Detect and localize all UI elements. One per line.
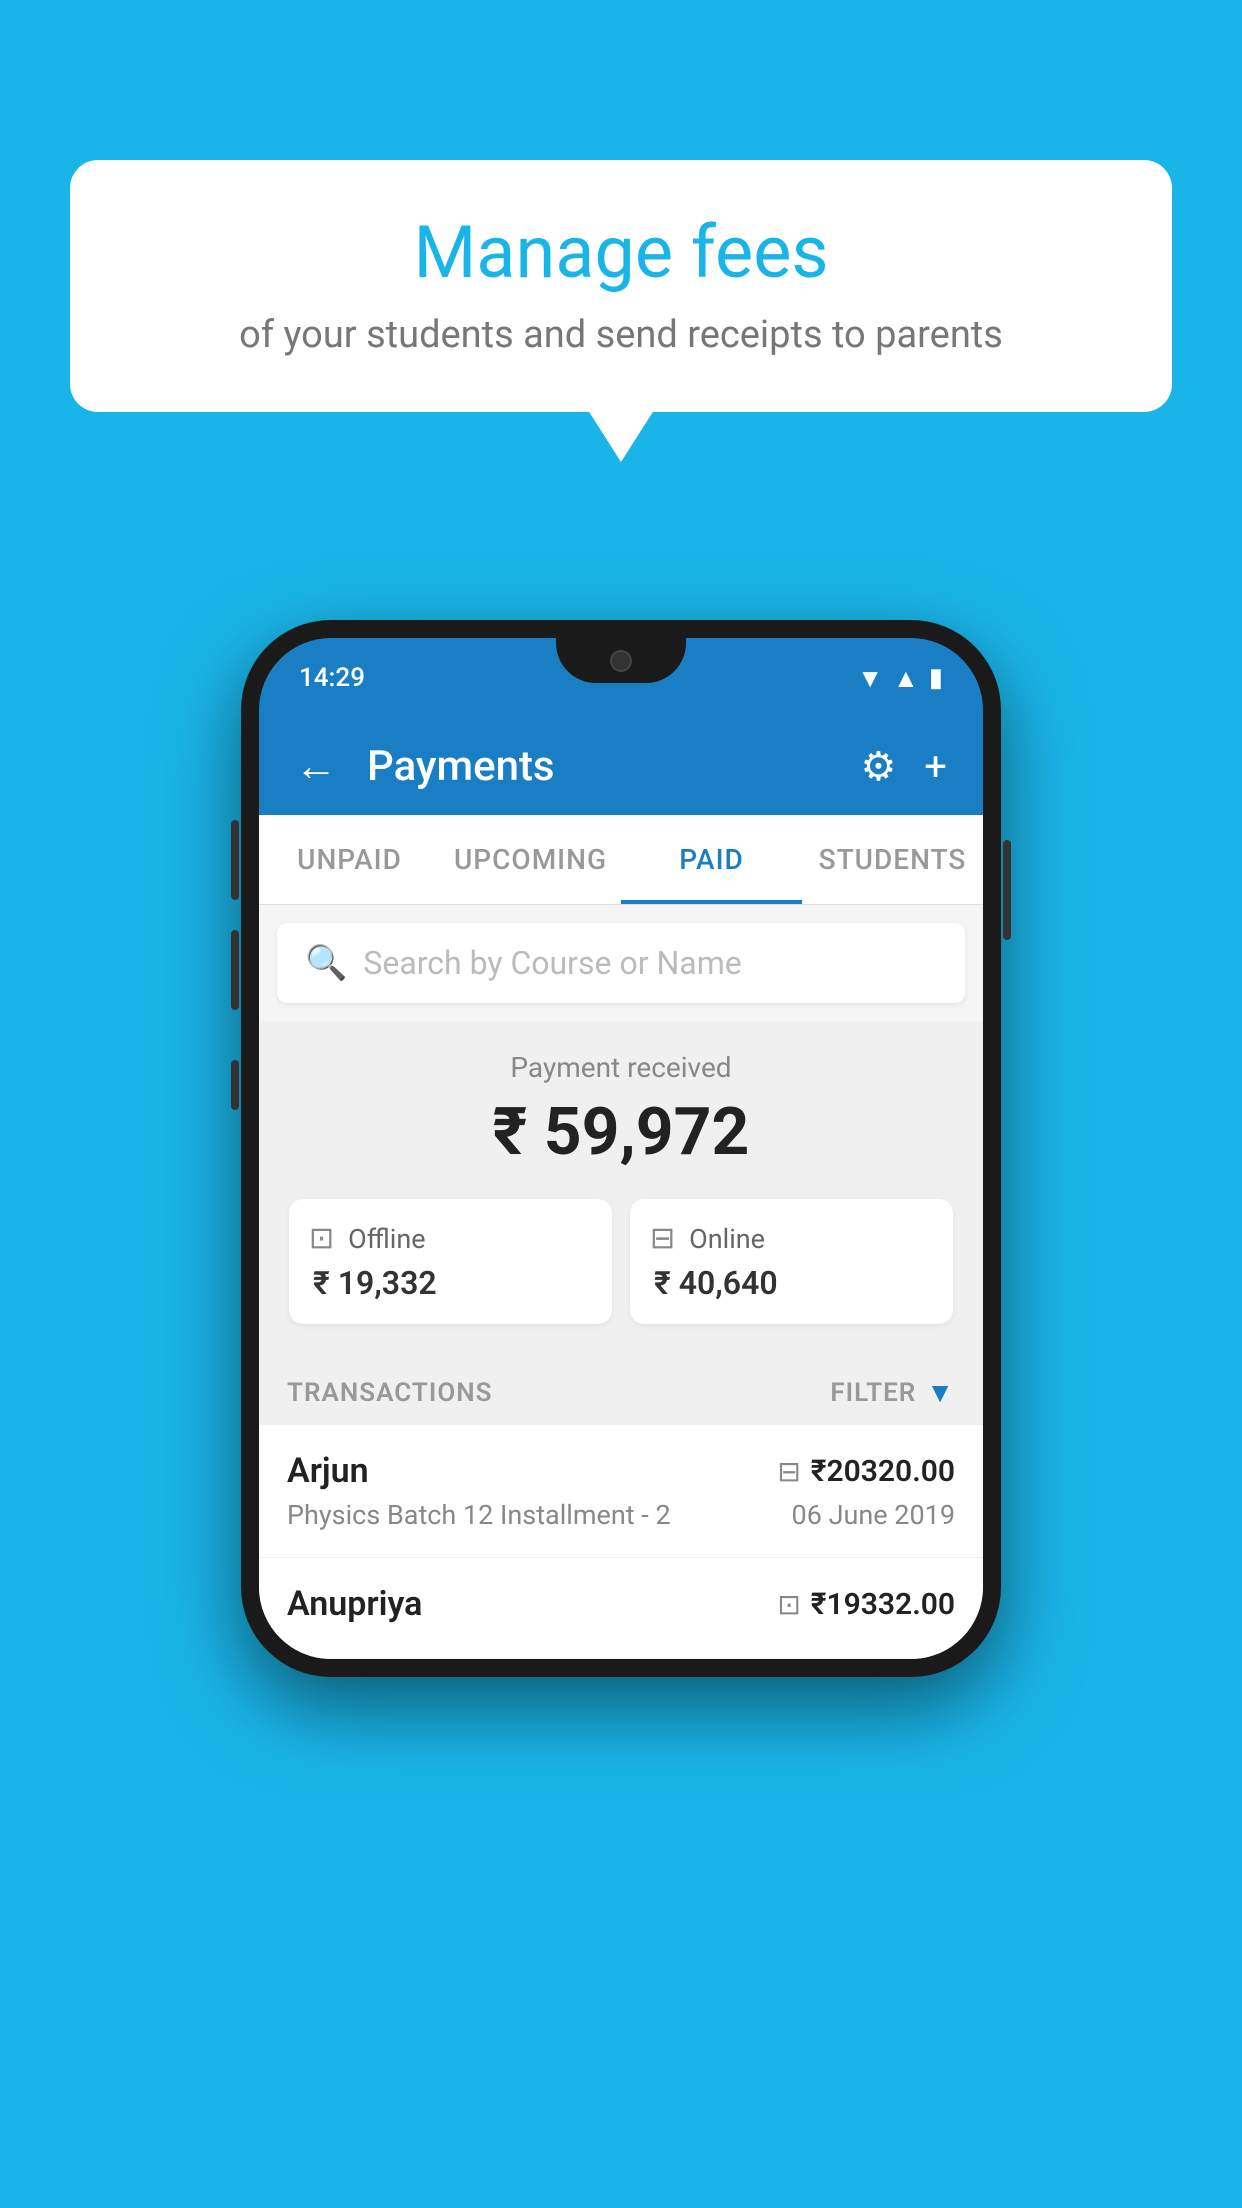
payment-cards: ⊡ Offline ₹ 19,332 ⊟ Online ₹ 40,640 (289, 1199, 953, 1324)
status-time: 14:29 (299, 663, 365, 693)
speech-bubble: Manage fees of your students and send re… (70, 160, 1172, 412)
student-name: Arjun (287, 1451, 369, 1491)
payment-summary: Payment received ₹ 59,972 ⊡ Offline ₹ 19… (259, 1021, 983, 1352)
payment-type-icon: ⊟ (777, 1455, 800, 1488)
phone-screen: ← Payments ⚙ + UNPAID UPCOMING PAID STUD… (259, 718, 983, 1659)
battery-icon: ▮ (929, 663, 943, 693)
status-icons: ▼ ▲ ▮ (857, 663, 943, 694)
bubble-subtitle: of your students and send receipts to pa… (130, 313, 1112, 357)
header-icons: ⚙ + (860, 743, 947, 790)
offline-label: Offline (348, 1223, 425, 1255)
tab-unpaid[interactable]: UNPAID (259, 815, 440, 904)
phone-mockup: 14:29 ▼ ▲ ▮ ← Payments ⚙ + (241, 620, 1001, 1677)
wifi-icon: ▼ (857, 663, 883, 694)
table-row[interactable]: Anupriya ⊡ ₹19332.00 (259, 1558, 983, 1659)
course-name: Physics Batch 12 Installment - 2 (287, 1499, 671, 1531)
online-amount: ₹ 40,640 (650, 1264, 778, 1302)
amount-wrap: ⊡ ₹19332.00 (777, 1587, 955, 1622)
tab-paid[interactable]: PAID (621, 815, 802, 904)
camera-dot (610, 650, 632, 672)
table-row[interactable]: Arjun ⊟ ₹20320.00 Physics Batch 12 Insta… (259, 1425, 983, 1558)
search-input[interactable]: Search by Course or Name (363, 944, 741, 982)
search-bar[interactable]: 🔍 Search by Course or Name (277, 923, 965, 1003)
search-icon: 🔍 (305, 943, 347, 983)
transaction-bottom: Physics Batch 12 Installment - 2 06 June… (287, 1499, 955, 1531)
amount-wrap: ⊟ ₹20320.00 (777, 1454, 955, 1489)
payment-type-icon: ⊡ (777, 1588, 800, 1621)
online-icon: ⊟ (650, 1221, 675, 1256)
offline-icon: ⊡ (309, 1221, 334, 1256)
back-button[interactable]: ← (295, 742, 337, 791)
page-title: Payments (367, 742, 830, 791)
bubble-title: Manage fees (130, 210, 1112, 295)
online-card: ⊟ Online ₹ 40,640 (630, 1199, 953, 1324)
phone-side-power (231, 1060, 239, 1110)
total-amount: ₹ 59,972 (279, 1094, 963, 1171)
phone-notch (556, 638, 686, 683)
settings-icon[interactable]: ⚙ (860, 743, 896, 790)
transaction-date: 06 June 2019 (792, 1499, 955, 1531)
phone-side-vol-up (231, 820, 239, 900)
phone-side-vol-down (231, 930, 239, 1010)
transactions-header: TRANSACTIONS FILTER ▼ (259, 1352, 983, 1425)
filter-icon: ▼ (926, 1376, 955, 1409)
online-label: Online (689, 1223, 765, 1255)
transaction-top: Anupriya ⊡ ₹19332.00 (287, 1584, 955, 1624)
phone-side-button-right (1003, 840, 1011, 940)
filter-label: FILTER (830, 1378, 916, 1408)
filter-button[interactable]: FILTER ▼ (830, 1376, 955, 1409)
tab-students[interactable]: STUDENTS (802, 815, 983, 904)
add-button[interactable]: + (924, 743, 947, 790)
offline-amount: ₹ 19,332 (309, 1264, 437, 1302)
transaction-top: Arjun ⊟ ₹20320.00 (287, 1451, 955, 1491)
transactions-label: TRANSACTIONS (287, 1378, 493, 1408)
online-card-header: ⊟ Online (650, 1221, 765, 1256)
signal-icon: ▲ (893, 663, 919, 694)
app-header: ← Payments ⚙ + (259, 718, 983, 815)
offline-card-header: ⊡ Offline (309, 1221, 426, 1256)
transaction-amount: ₹20320.00 (811, 1454, 955, 1489)
phone-outer: 14:29 ▼ ▲ ▮ ← Payments ⚙ + (241, 620, 1001, 1677)
tabs-bar: UNPAID UPCOMING PAID STUDENTS (259, 815, 983, 905)
payment-received-label: Payment received (279, 1051, 963, 1084)
transaction-amount: ₹19332.00 (811, 1587, 955, 1622)
offline-card: ⊡ Offline ₹ 19,332 (289, 1199, 612, 1324)
status-bar: 14:29 ▼ ▲ ▮ (259, 638, 983, 718)
student-name: Anupriya (287, 1584, 422, 1624)
tab-upcoming[interactable]: UPCOMING (440, 815, 621, 904)
